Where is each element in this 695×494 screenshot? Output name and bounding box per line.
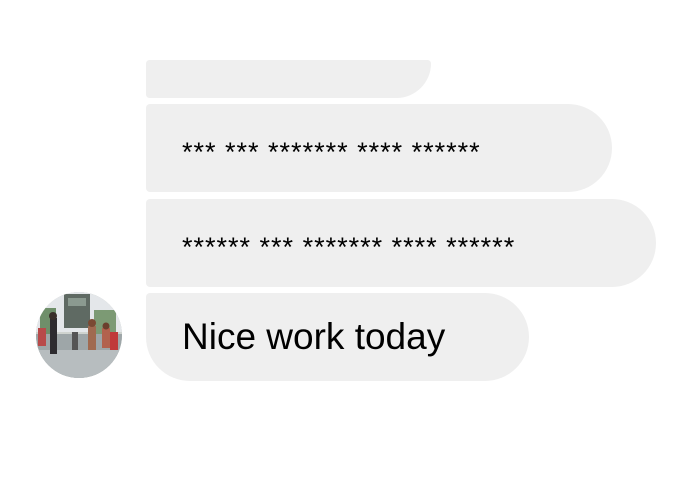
message-bubble-masked[interactable]: ****** *** ******* **** ****** [146,199,656,287]
message-bubble-last[interactable]: Nice work today [146,293,529,381]
message-thread: *** *** ******* **** ****** ****** *** *… [0,0,695,494]
sender-avatar[interactable] [36,292,122,378]
message-bubble-masked[interactable]: *** *** ******* **** ****** [146,104,612,192]
message-text-masked: ****** *** ******* **** ****** [182,231,516,262]
avatar-photo-icon [36,292,122,378]
message-bubble-partial[interactable] [146,60,431,98]
message-text-masked: *** *** ******* **** ****** [182,136,481,167]
message-text: Nice work today [182,316,446,357]
